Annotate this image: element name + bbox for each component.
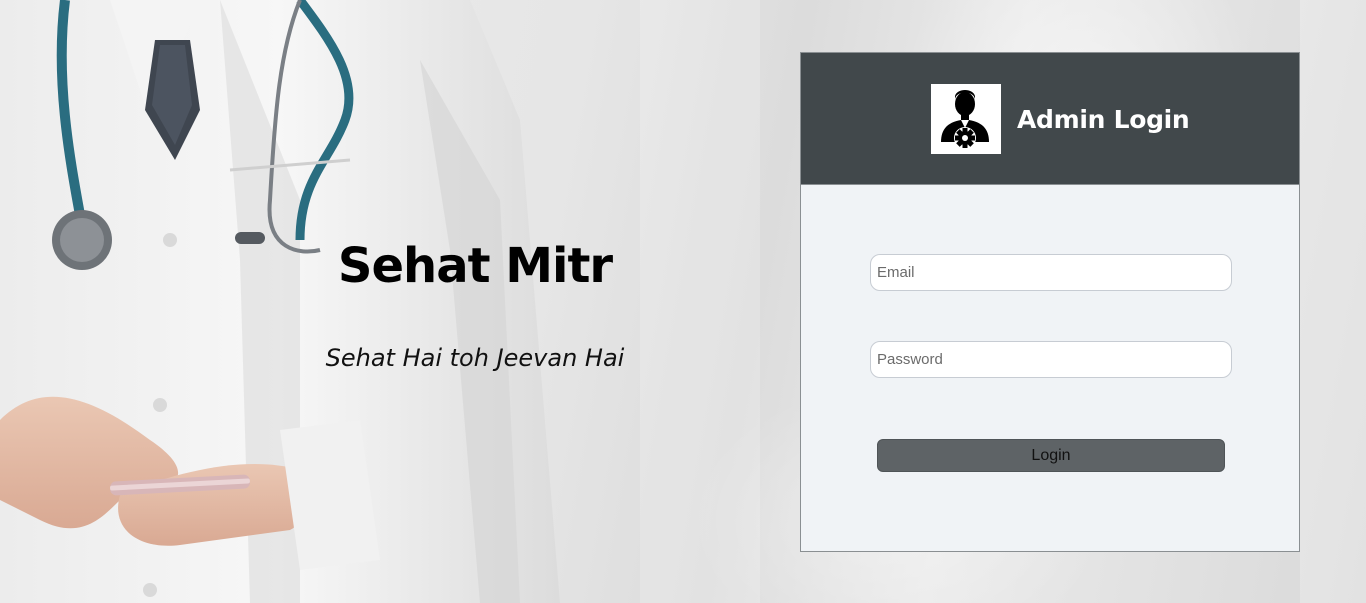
- login-button[interactable]: Login: [877, 439, 1225, 472]
- login-title: Admin Login: [1017, 105, 1190, 134]
- password-field[interactable]: [870, 341, 1232, 378]
- email-field[interactable]: [870, 254, 1232, 291]
- login-card-header: Admin Login: [801, 53, 1299, 185]
- login-card: Admin Login Login: [800, 52, 1300, 552]
- admin-avatar-svg: [941, 90, 989, 149]
- app-tagline: Sehat Hai toh Jeevan Hai: [325, 344, 625, 372]
- app-title: Sehat Mitr: [337, 238, 613, 294]
- admin-gear-icon: [931, 84, 1001, 154]
